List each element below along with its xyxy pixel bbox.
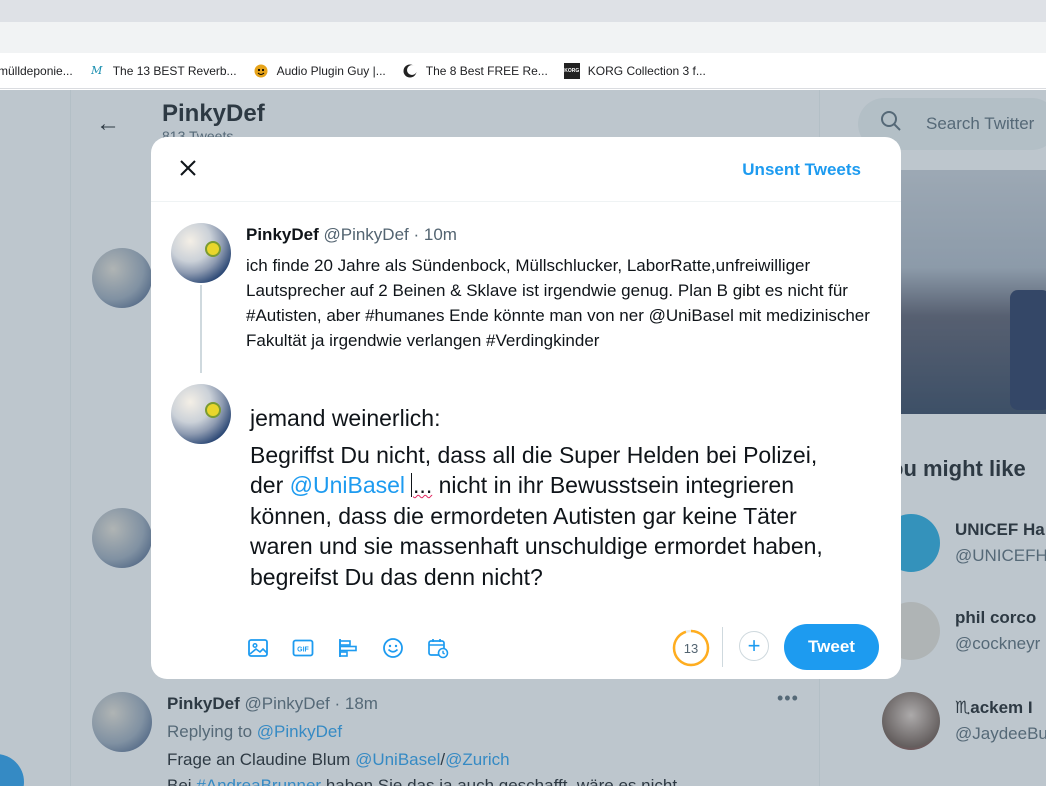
compose-toolbar: GIF [241,631,466,665]
modal-header: Unsent Tweets [151,137,901,202]
tweet-author-name: PinkyDef [246,225,319,244]
tweet-time: · 10m [413,225,457,244]
compose-line: begreifst Du das denn nicht? [250,563,543,590]
avatar[interactable] [171,223,231,283]
poll-icon[interactable] [331,631,365,665]
compose-line: können, dass die ermordeten Autisten gar… [250,502,797,529]
gif-icon[interactable]: GIF [286,631,320,665]
tweet-author-handle: @PinkyDef [323,225,409,244]
bookmark-label: rmülldeponie... [0,63,73,78]
bookmark-label: The 8 Best FREE Re... [425,63,548,78]
thread-line [200,285,202,373]
compose-modal: Unsent Tweets PinkyDef @PinkyDef · 10m i… [151,137,901,679]
compose-text-part: nicht in ihr Bewusstsein integrieren [438,472,795,498]
bookmark-label: The 13 BEST Reverb... [112,63,237,78]
bookmark-item[interactable]: The 8 Best FREE Re... [402,63,548,79]
svg-text:GIF: GIF [297,647,309,654]
mention-link: @UniBasel [289,472,406,498]
compose-line: waren und sie massenhaft unschuldige erm… [250,533,823,559]
misspelling-underline: ... [413,472,433,498]
close-icon[interactable] [171,151,205,185]
chars-remaining: 13 [683,640,699,656]
compose-text-part: der [250,472,284,498]
bookmark-item[interactable]: Audio Plugin Guy |... [253,63,386,79]
text-cursor [411,473,413,497]
bookmark-label: Audio Plugin Guy |... [276,63,386,78]
avatar[interactable] [171,384,231,444]
original-tweet-header: PinkyDef @PinkyDef · 10m [246,225,457,245]
moon-icon [402,63,418,79]
compose-line: der @UniBasel... nicht in ihr Bewusstsei… [250,470,880,501]
add-tweet-button[interactable]: + [739,631,769,661]
bookmark-item[interactable]: rmülldeponie... [0,64,73,78]
bookmark-item[interactable]: M The 13 BEST Reverb... [89,63,237,79]
compose-line: jemand weinerlich: [250,405,441,431]
browser-address-bar[interactable] [0,22,1046,53]
image-icon[interactable] [241,631,275,665]
original-tweet-text: ich finde 20 Jahre als Sündenbock, Mülls… [246,256,870,350]
m-logo-icon: M [91,64,103,77]
character-counter: 13 [671,628,711,668]
toolbar-divider [722,627,723,667]
bookmark-label: KORG Collection 3 f... [587,63,706,78]
tweet-button[interactable]: Tweet [784,624,879,670]
unsent-tweets-link[interactable]: Unsent Tweets [742,160,861,180]
browser-tab-strip [0,0,1046,22]
bookmarks-bar: rmülldeponie... M The 13 BEST Reverb... … [0,53,1046,89]
schedule-icon[interactable] [421,631,455,665]
emoji-icon[interactable] [376,631,410,665]
face-icon [253,63,269,79]
compose-line: Begriffst Du nicht, dass all die Super H… [250,441,818,468]
korg-icon: KORG [563,62,580,79]
bookmark-item[interactable]: KORG KORG Collection 3 f... [563,62,706,79]
compose-textarea[interactable]: jemand weinerlich: Begriffst Du nicht, d… [250,403,880,592]
